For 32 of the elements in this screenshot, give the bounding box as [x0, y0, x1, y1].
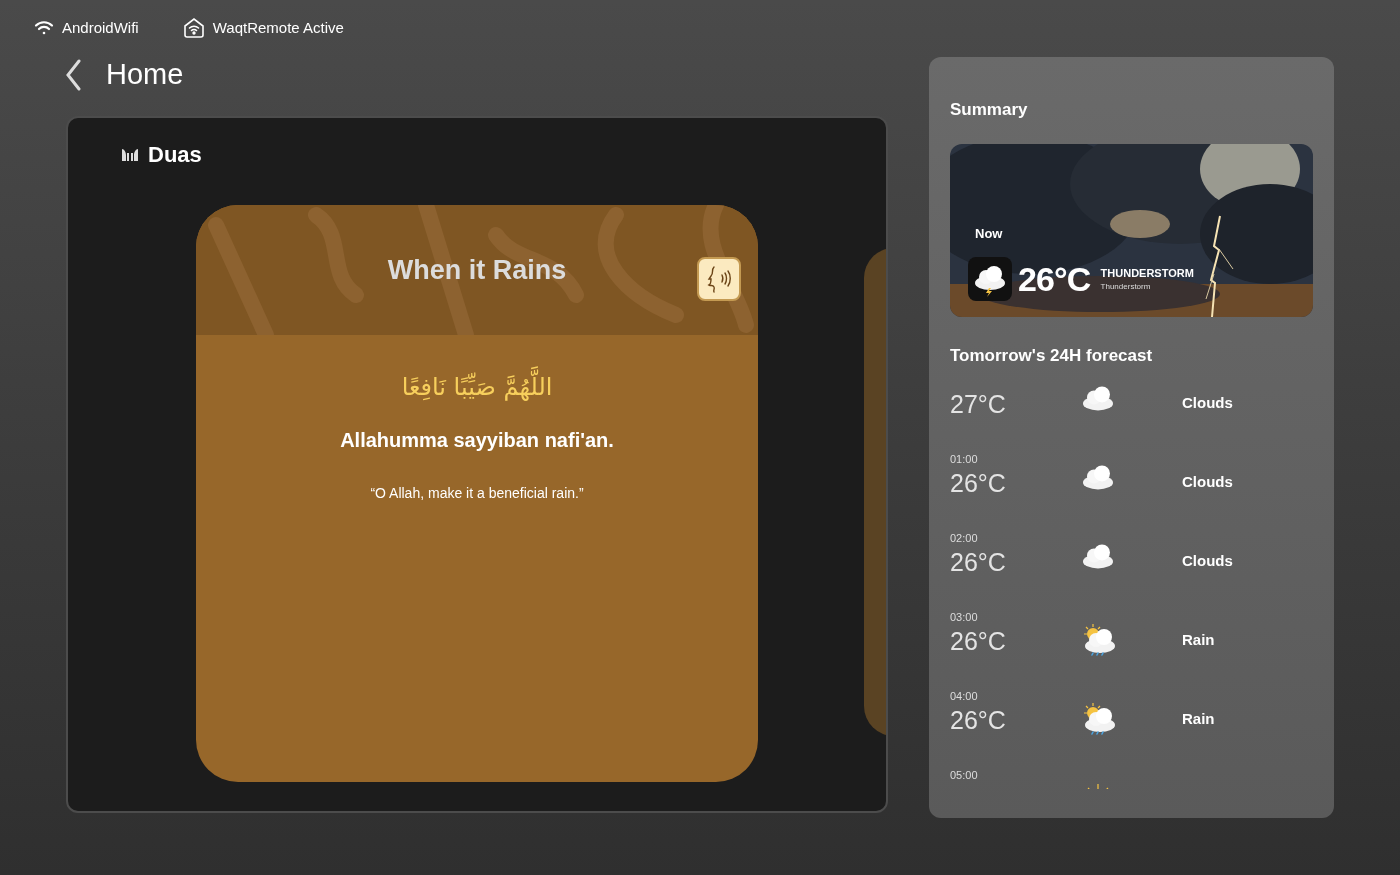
condition-description: Thunderstorm — [1100, 281, 1152, 294]
forecast-time: 02:00 — [950, 531, 978, 547]
forecast-condition: Rain — [1182, 630, 1215, 648]
status-label: AndroidWifi — [62, 17, 139, 38]
forecast-condition: Rain — [1182, 709, 1215, 727]
forecast-time: 03:00 — [950, 610, 978, 626]
forecast-temperature: 26°C — [950, 467, 1007, 498]
forecast-time: 04:00 — [950, 689, 978, 705]
forecast-time: 05:00 — [950, 768, 978, 784]
forecast-condition: Clouds — [1182, 551, 1233, 569]
status-label: WaqtRemote Active — [212, 17, 344, 38]
card-title: When it Rains — [387, 253, 567, 287]
forecast-title: Tomorrow's 24H forecast — [950, 345, 1154, 367]
condition-label: THUNDERSTORM — [1100, 265, 1194, 281]
forecast-temperature: 27°C — [950, 388, 1007, 419]
forecast-temperature: 26°C — [950, 546, 1007, 577]
forecast-condition: Clouds — [1182, 393, 1233, 411]
translation-text: “O Allah, make it a beneficial rain.” — [370, 484, 584, 503]
current-temperature: 26°C — [1018, 258, 1091, 300]
forecast-condition: Clouds — [1182, 472, 1233, 490]
page-title: Home — [106, 57, 184, 93]
home-wifi-icon — [182, 17, 205, 39]
back-chevron-icon[interactable] — [64, 59, 82, 91]
transliteration-text: Allahumma sayyiban nafi'an. — [340, 428, 614, 453]
speak-button[interactable] — [697, 257, 741, 301]
now-label: Now — [975, 225, 1004, 243]
forecast-time: 01:00 — [950, 452, 978, 468]
forecast-temperature: 26°C — [950, 625, 1007, 656]
summary-title: Summary — [950, 99, 1029, 119]
wifi-icon — [34, 20, 54, 36]
forecast-temperature: 26°C — [950, 704, 1007, 735]
section-title: Duas — [148, 141, 202, 169]
